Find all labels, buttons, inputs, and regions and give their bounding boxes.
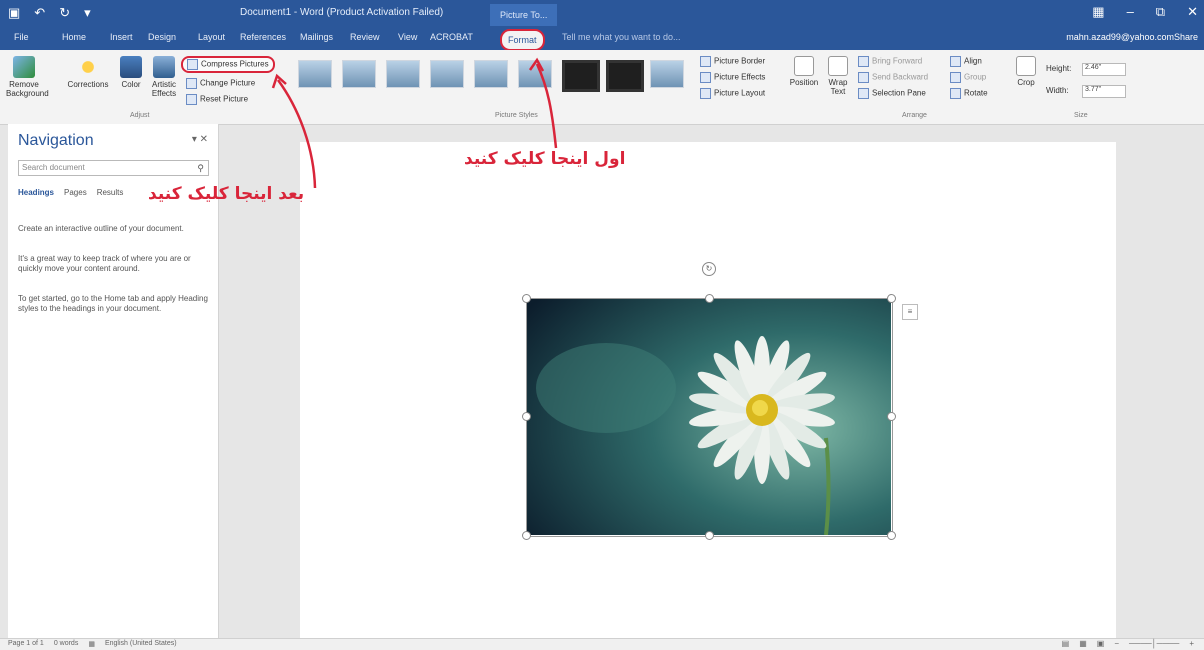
zoom-slider[interactable]: ────│──── <box>1129 639 1179 648</box>
status-bar: Page 1 of 1 0 words ▦ English (United St… <box>0 638 1204 650</box>
word-count[interactable]: 0 words <box>54 640 79 648</box>
zoom-in-icon[interactable]: + <box>1189 639 1194 648</box>
print-layout-icon[interactable]: ▦ <box>1079 639 1087 648</box>
annotation-arrows <box>271 57 558 189</box>
language-status[interactable]: English (United States) <box>105 640 177 648</box>
web-layout-icon[interactable]: ▣ <box>1097 639 1105 648</box>
page-count[interactable]: Page 1 of 1 <box>8 640 44 648</box>
read-mode-icon[interactable]: ▤ <box>1062 639 1070 648</box>
proofing-icon[interactable]: ▦ <box>88 640 95 648</box>
zoom-out-icon[interactable]: − <box>1114 639 1119 648</box>
